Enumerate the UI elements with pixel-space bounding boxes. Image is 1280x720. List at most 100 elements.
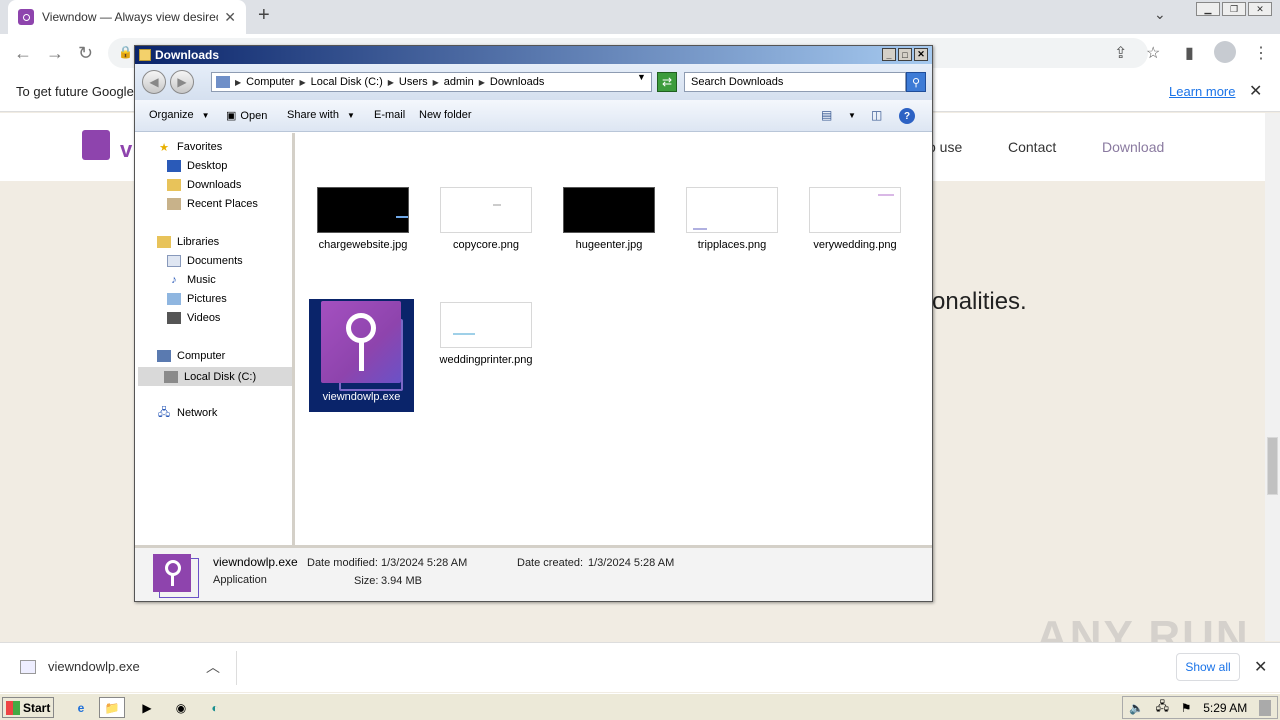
breadcrumb-admin[interactable]: admin	[444, 76, 474, 88]
download-bar-close-icon[interactable]: ✕	[1254, 657, 1267, 677]
nav-downloads[interactable]: Downloads	[167, 179, 241, 191]
tab-title: Viewndow — Always view desired wi	[42, 10, 219, 24]
explorer-window-controls: _ □ ✕	[882, 48, 928, 61]
tab-search-chevron-icon[interactable]: ⌄	[1154, 6, 1166, 23]
download-item[interactable]: viewndowlp.exe	[20, 659, 140, 674]
explorer-folder-icon[interactable]: 📁	[99, 697, 125, 718]
taskbar: Start e 📁 ▶ ◉ ◐ 🔈 🖧 ⚑ 5:29 AM	[0, 693, 1280, 720]
open-button[interactable]: ▣ Open	[226, 109, 268, 123]
clock[interactable]: 5:29 AM	[1203, 701, 1247, 715]
details-file-type: Application	[213, 574, 267, 586]
nav-computer[interactable]: Computer	[157, 350, 225, 362]
view-options-icon[interactable]: ▤	[821, 108, 832, 122]
chrome-icon[interactable]: ◉	[168, 697, 194, 718]
email-button[interactable]: E-mail	[374, 109, 405, 121]
infobar-close-icon[interactable]: ✕	[1249, 81, 1262, 101]
show-desktop-button[interactable]	[1258, 699, 1271, 716]
nav-desktop[interactable]: Desktop	[167, 160, 227, 172]
breadcrumb-computer[interactable]: Computer	[246, 76, 294, 88]
file-item[interactable]: hugeenter.jpg	[558, 187, 660, 251]
browser-tab[interactable]: Viewndow — Always view desired wi ✕	[8, 0, 246, 34]
file-item[interactable]: verywedding.png	[804, 187, 906, 251]
nav-pictures[interactable]: Pictures	[167, 293, 227, 305]
new-folder-button[interactable]: New folder	[419, 109, 472, 121]
volume-icon[interactable]: 🔈	[1129, 701, 1144, 715]
help-icon[interactable]: ?	[899, 108, 915, 124]
infobar-message: To get future Google	[16, 84, 134, 99]
address-dropdown-icon[interactable]: ▼	[637, 72, 646, 82]
nav-recent-places[interactable]: Recent Places	[167, 198, 258, 210]
file-item-selected[interactable]: viewndowlp.exe	[309, 299, 414, 412]
share-with-button[interactable]: Share with ▼	[287, 109, 355, 121]
explorer-forward-icon[interactable]: ▶	[170, 70, 194, 94]
bookmark-star-icon[interactable]: ☆	[1146, 43, 1160, 63]
organize-label: Organize	[149, 109, 194, 121]
breadcrumb-downloads[interactable]: Downloads	[490, 76, 544, 88]
flag-icon[interactable]: ⚑	[1181, 701, 1192, 715]
viewndow-app-icon	[153, 554, 201, 598]
file-item[interactable]: chargewebsite.jpg	[312, 187, 414, 251]
nav-videos[interactable]: Videos	[167, 312, 220, 324]
refresh-icon[interactable]: ⇄	[657, 72, 677, 92]
share-icon[interactable]: ⇪	[1114, 43, 1127, 63]
nav-libraries[interactable]: Libraries	[157, 236, 219, 248]
show-all-button[interactable]: Show all	[1176, 653, 1240, 681]
nav-favorites[interactable]: ★ Favorites	[157, 141, 222, 154]
forward-arrow-icon[interactable]: →	[46, 43, 64, 64]
documents-icon	[167, 255, 181, 267]
breadcrumb-users[interactable]: Users	[399, 76, 428, 88]
preview-pane-icon[interactable]: ◫	[871, 108, 882, 122]
site-nav-how-to-use[interactable]: o use	[928, 139, 962, 155]
profile-avatar[interactable]	[1214, 41, 1236, 63]
libraries-icon	[157, 236, 171, 248]
explorer-maximize-button[interactable]: □	[898, 48, 912, 61]
media-player-icon[interactable]: ▶	[134, 697, 160, 718]
file-item[interactable]: weddingprinter.png	[435, 302, 537, 366]
nav-music[interactable]: ♪ Music	[167, 274, 215, 286]
page-scrollbar[interactable]	[1265, 113, 1280, 641]
start-button[interactable]: Start	[2, 697, 54, 718]
file-item[interactable]: tripplaces.png	[681, 187, 783, 251]
back-arrow-icon[interactable]: ←	[14, 43, 32, 64]
internet-explorer-icon[interactable]: e	[68, 697, 94, 718]
explorer-search-input[interactable]: Search Downloads	[684, 72, 906, 92]
open-label: Open	[240, 109, 268, 122]
side-panel-icon[interactable]: ▮	[1185, 43, 1194, 63]
reload-icon[interactable]: ↻	[78, 43, 93, 64]
chevron-up-icon[interactable]: ︿	[206, 657, 220, 677]
maximize-button[interactable]: ❐	[1222, 2, 1246, 16]
recent-places-icon	[167, 198, 181, 210]
nav-local-disk-label: Local Disk (C:)	[184, 370, 257, 383]
site-nav-contact[interactable]: Contact	[1008, 139, 1056, 155]
details-date-modified-label: Date modified:	[307, 557, 378, 569]
new-tab-button[interactable]: +	[258, 4, 270, 27]
site-logo-text[interactable]: v	[120, 137, 132, 163]
breadcrumb-local-disk[interactable]: Local Disk (C:)	[311, 76, 383, 88]
nav-local-disk[interactable]: Local Disk (C:)	[138, 367, 292, 386]
explorer-back-icon[interactable]: ◀	[142, 70, 166, 94]
close-button[interactable]: ✕	[1248, 2, 1272, 16]
site-nav-download[interactable]: Download	[1102, 139, 1164, 155]
learn-more-link[interactable]: Learn more	[1169, 84, 1235, 99]
file-item[interactable]: copycore.png	[435, 187, 537, 251]
nav-desktop-label: Desktop	[187, 160, 228, 172]
tab-close-icon[interactable]: ✕	[224, 9, 236, 26]
search-icon[interactable]: ⚲	[906, 72, 926, 92]
edge-icon[interactable]: ◐	[202, 697, 228, 718]
organize-button[interactable]: Organize ▼	[149, 109, 210, 121]
explorer-title-bar[interactable]: Downloads _ □ ✕	[135, 46, 932, 64]
minimize-button[interactable]: ▁	[1196, 2, 1220, 16]
network-icon[interactable]: 🖧	[1156, 697, 1169, 718]
scrollbar-thumb[interactable]	[1267, 437, 1278, 495]
site-logo-icon[interactable]	[82, 130, 110, 160]
explorer-minimize-button[interactable]: _	[882, 48, 896, 61]
lock-icon[interactable]: 🔒	[118, 45, 133, 59]
image-thumbnail	[809, 187, 901, 233]
view-dropdown-icon[interactable]: ▼	[848, 111, 856, 120]
menu-dots-icon[interactable]: ⋮	[1253, 43, 1269, 63]
downloads-folder-icon	[167, 179, 181, 191]
nav-network[interactable]: 🖧 Network	[157, 407, 217, 420]
explorer-address-bar[interactable]: ▶ Computer ▶ Local Disk (C:) ▶ Users ▶ a…	[211, 72, 652, 92]
explorer-close-button[interactable]: ✕	[914, 48, 928, 61]
nav-documents[interactable]: Documents	[167, 255, 243, 267]
